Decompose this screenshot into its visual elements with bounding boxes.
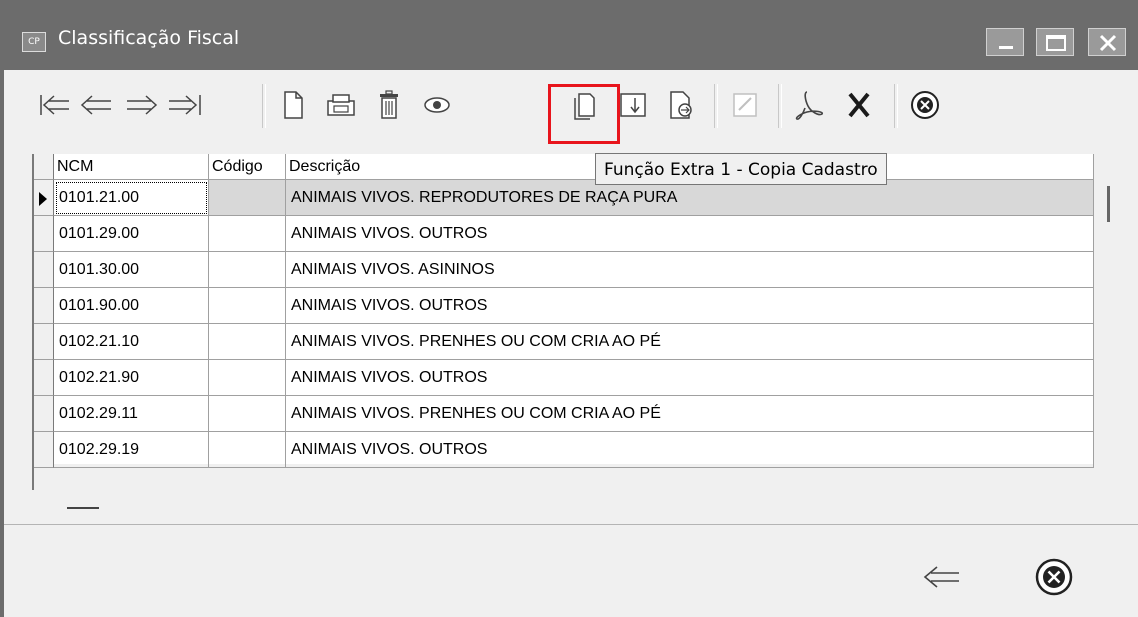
app-icon: CP bbox=[22, 32, 46, 52]
grid-footer-dash bbox=[67, 507, 99, 509]
table-row[interactable]: 0101.21.00 ANIMAIS VIVOS. REPRODUTORES D… bbox=[34, 180, 1094, 216]
cell-codigo[interactable] bbox=[209, 360, 286, 396]
new-document-icon bbox=[284, 91, 303, 119]
delete-icon bbox=[380, 90, 398, 119]
import-icon bbox=[620, 93, 646, 117]
row-indicator bbox=[34, 432, 54, 468]
excel-export-button[interactable] bbox=[836, 80, 882, 130]
cell-codigo[interactable] bbox=[209, 288, 286, 324]
close-window-button[interactable] bbox=[1088, 28, 1126, 56]
cell-ncm[interactable]: 0101.29.00 bbox=[54, 216, 209, 252]
vertical-scrollbar-thumb[interactable] bbox=[1107, 186, 1110, 222]
row-indicator bbox=[34, 216, 54, 252]
table-row[interactable]: 0102.21.90 ANIMAIS VIVOS. OUTROS bbox=[34, 360, 1094, 396]
back-button[interactable] bbox=[914, 553, 966, 601]
copy-button-highlight bbox=[548, 84, 620, 144]
toolbar-separator bbox=[714, 84, 718, 128]
row-indicator bbox=[34, 360, 54, 396]
cell-descricao[interactable]: ANIMAIS VIVOS. PRENHES OU COM CRIA AO PÉ bbox=[286, 396, 1094, 432]
classificacao-fiscal-window: CP Classificação Fiscal NCM Código Descr… bbox=[0, 0, 1138, 617]
table-row[interactable]: 0102.29.19 ANIMAIS VIVOS. OUTROS bbox=[34, 432, 1094, 468]
table-row[interactable]: 0101.29.00 ANIMAIS VIVOS. OUTROS bbox=[34, 216, 1094, 252]
first-record-icon bbox=[40, 95, 69, 115]
edit-button[interactable] bbox=[722, 80, 768, 130]
cell-ncm[interactable]: 0102.21.90 bbox=[54, 360, 209, 396]
maximize-icon bbox=[1046, 35, 1066, 51]
data-grid: NCM Código Descrição 0101.21.00 ANIMAIS … bbox=[32, 154, 1094, 490]
export-button[interactable] bbox=[658, 80, 704, 130]
row-indicator bbox=[34, 288, 54, 324]
current-row-pointer-icon bbox=[39, 192, 47, 206]
last-record-icon bbox=[169, 95, 201, 115]
close-footer-button[interactable] bbox=[1028, 553, 1080, 601]
toolbar-separator bbox=[894, 84, 898, 128]
close-icon bbox=[1035, 558, 1073, 596]
grid-body: NCM Código Descrição 0101.21.00 ANIMAIS … bbox=[34, 154, 1094, 468]
last-record-button[interactable] bbox=[162, 80, 208, 130]
print-icon bbox=[327, 94, 355, 116]
table-row[interactable]: 0101.90.00 ANIMAIS VIVOS. OUTROS bbox=[34, 288, 1094, 324]
next-record-icon bbox=[127, 95, 158, 115]
cell-codigo[interactable] bbox=[209, 252, 286, 288]
title-bar[interactable]: CP Classificação Fiscal bbox=[0, 0, 1138, 70]
cell-descricao[interactable]: ANIMAIS VIVOS. PRENHES OU COM CRIA AO PÉ bbox=[286, 324, 1094, 360]
back-arrow-icon bbox=[923, 566, 959, 588]
row-indicator bbox=[34, 324, 54, 360]
first-record-button[interactable] bbox=[32, 80, 78, 130]
close-icon bbox=[1099, 34, 1117, 52]
cell-codigo[interactable] bbox=[209, 216, 286, 252]
grid-header-indicator bbox=[34, 154, 54, 180]
view-icon bbox=[424, 97, 450, 113]
cell-ncm[interactable]: 0102.29.19 bbox=[54, 432, 209, 468]
footer-bar bbox=[4, 524, 1138, 617]
table-row[interactable]: 0102.29.11 ANIMAIS VIVOS. PRENHES OU COM… bbox=[34, 396, 1094, 432]
cell-codigo[interactable] bbox=[209, 396, 286, 432]
delete-button[interactable] bbox=[366, 80, 412, 130]
cell-descricao[interactable]: ANIMAIS VIVOS. OUTROS bbox=[286, 360, 1094, 396]
close-form-button[interactable] bbox=[902, 80, 948, 130]
maximize-button[interactable] bbox=[1036, 28, 1074, 56]
previous-record-icon bbox=[80, 95, 111, 115]
pdf-icon bbox=[795, 91, 824, 120]
cell-ncm[interactable]: 0101.30.00 bbox=[54, 252, 209, 288]
export-icon bbox=[670, 91, 692, 119]
table-row[interactable]: 0101.30.00 ANIMAIS VIVOS. ASININOS bbox=[34, 252, 1094, 288]
minimize-icon bbox=[999, 46, 1013, 49]
cell-codigo[interactable] bbox=[209, 180, 286, 216]
row-indicator bbox=[34, 396, 54, 432]
cell-descricao[interactable]: ANIMAIS VIVOS. OUTROS bbox=[286, 432, 1094, 468]
cell-codigo[interactable] bbox=[209, 324, 286, 360]
print-button[interactable] bbox=[318, 80, 364, 130]
column-header-codigo[interactable]: Código bbox=[209, 154, 286, 180]
row-indicator bbox=[34, 180, 54, 216]
column-header-ncm[interactable]: NCM bbox=[54, 154, 209, 180]
cell-descricao[interactable]: ANIMAIS VIVOS. ASININOS bbox=[286, 252, 1094, 288]
table-row[interactable]: 0102.21.10 ANIMAIS VIVOS. PRENHES OU COM… bbox=[34, 324, 1094, 360]
close-icon bbox=[911, 91, 939, 119]
cell-ncm[interactable]: 0102.29.11 bbox=[54, 396, 209, 432]
excel-icon bbox=[848, 92, 870, 118]
new-record-button[interactable] bbox=[270, 80, 316, 130]
row-indicator bbox=[34, 252, 54, 288]
toolbar-separator bbox=[262, 84, 266, 128]
view-button[interactable] bbox=[414, 80, 460, 130]
previous-record-button[interactable] bbox=[74, 80, 120, 130]
window-title: Classificação Fiscal bbox=[58, 27, 240, 49]
cell-codigo[interactable] bbox=[209, 432, 286, 468]
copy-tooltip: Função Extra 1 - Copia Cadastro bbox=[595, 153, 887, 185]
minimize-button[interactable] bbox=[986, 28, 1024, 56]
cell-descricao[interactable]: ANIMAIS VIVOS. OUTROS bbox=[286, 216, 1094, 252]
toolbar-separator bbox=[778, 84, 782, 128]
edit-icon bbox=[733, 93, 757, 117]
pdf-export-button[interactable] bbox=[786, 80, 832, 130]
cell-ncm[interactable]: 0102.21.10 bbox=[54, 324, 209, 360]
cell-ncm[interactable]: 0101.90.00 bbox=[54, 288, 209, 324]
next-record-button[interactable] bbox=[118, 80, 164, 130]
cell-ncm[interactable]: 0101.21.00 bbox=[54, 180, 209, 216]
cell-descricao[interactable]: ANIMAIS VIVOS. OUTROS bbox=[286, 288, 1094, 324]
